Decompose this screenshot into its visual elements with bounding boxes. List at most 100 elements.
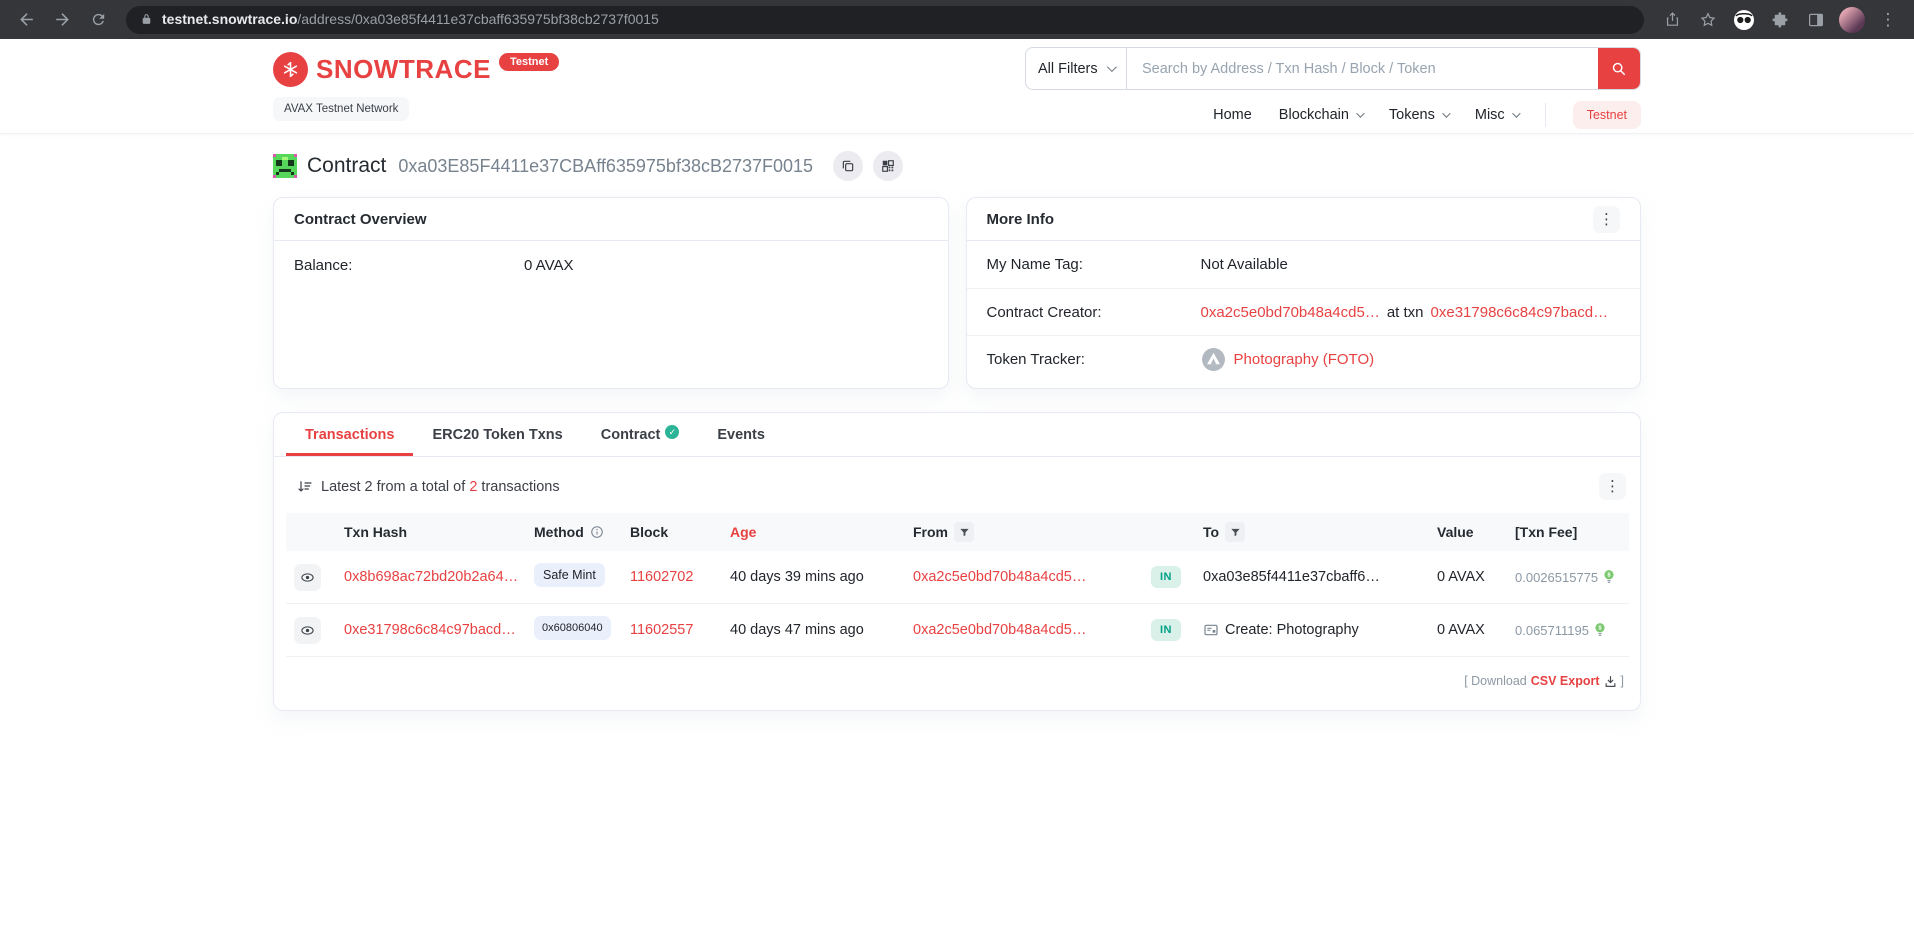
- nav-divider: [1545, 103, 1546, 127]
- filter-funnel-icon: [959, 527, 970, 538]
- qr-code-icon: [881, 159, 895, 173]
- nav-blockchain[interactable]: Blockchain: [1279, 107, 1362, 123]
- filter-funnel-icon: [1230, 527, 1241, 538]
- snowflake-logo-icon: [273, 52, 308, 87]
- transactions-card: Transactions ERC20 Token Txns Contract✓ …: [273, 412, 1641, 711]
- col-header-from: From: [905, 513, 1143, 551]
- gas-lightbulb-icon[interactable]: $: [1593, 622, 1607, 638]
- from-address-link[interactable]: 0xa2c5e0bd70b48a4cd5…: [913, 569, 1086, 585]
- owl-extension-icon: [1732, 8, 1756, 32]
- browser-menu-button[interactable]: ⋮: [1872, 4, 1904, 36]
- kebab-menu-icon: ⋮: [1880, 11, 1897, 28]
- to-contract-create: Create: Photography: [1225, 622, 1359, 638]
- creator-txn-link[interactable]: 0xe31798c6c84c97bacd…: [1431, 304, 1609, 321]
- search-bar: All Filters: [1025, 47, 1641, 90]
- chevron-down-icon: [1107, 62, 1117, 72]
- balance-label: Balance:: [294, 257, 524, 274]
- block-link[interactable]: 11602702: [630, 569, 693, 585]
- download-bracket: ]: [1621, 674, 1624, 688]
- txn-preview-button[interactable]: [294, 617, 321, 644]
- token-tracker-label: Token Tracker:: [987, 351, 1201, 368]
- search-input[interactable]: [1127, 48, 1598, 89]
- main-content: Contract 0xa03E85F4411e37CBAff635975bf38…: [273, 134, 1641, 711]
- nav-testnet-badge[interactable]: Testnet: [1573, 101, 1641, 129]
- nav-tokens[interactable]: Tokens: [1389, 107, 1448, 123]
- browser-bookmark-button[interactable]: [1692, 4, 1724, 36]
- csv-export-link[interactable]: CSV Export: [1531, 674, 1600, 688]
- col-header-age[interactable]: Age: [722, 513, 905, 551]
- brand-testnet-badge: Testnet: [499, 53, 559, 71]
- main-nav: Home Blockchain Tokens Misc Testnet: [1213, 101, 1641, 129]
- browser-profile-button[interactable]: [1836, 4, 1868, 36]
- back-arrow-icon: [17, 10, 36, 29]
- search-filter-select[interactable]: All Filters: [1026, 48, 1127, 89]
- tab-contract[interactable]: Contract✓: [582, 413, 699, 456]
- address-identicon: [273, 154, 297, 178]
- col-header-details: [286, 513, 336, 551]
- copy-address-button[interactable]: [833, 151, 863, 181]
- search-button[interactable]: [1598, 48, 1640, 89]
- table-row: 0xe31798c6c84c97bacd… 0x60806040 1160255…: [286, 604, 1629, 657]
- method-badge: 0x60806040: [534, 616, 611, 640]
- side-panel-icon: [1807, 11, 1825, 29]
- browser-extension-owl-button[interactable]: [1728, 4, 1760, 36]
- contract-creator-label: Contract Creator:: [987, 304, 1201, 321]
- verified-check-icon: ✓: [665, 425, 679, 439]
- browser-reload-button[interactable]: [82, 4, 114, 36]
- txn-age: 40 days 39 mins ago: [722, 551, 905, 604]
- col-header-block: Block: [622, 513, 722, 551]
- tab-erc20-token-txns[interactable]: ERC20 Token Txns: [413, 413, 581, 456]
- direction-badge: IN: [1151, 619, 1181, 641]
- page-title: Contract 0xa03E85F4411e37CBAff635975bf38…: [273, 151, 1641, 181]
- token-tracker-link[interactable]: Photography (FOTO): [1234, 351, 1375, 368]
- txn-hash-link[interactable]: 0xe31798c6c84c97bacd…: [344, 622, 516, 638]
- txn-fee: 0.0026515775: [1515, 570, 1598, 585]
- gas-lightbulb-icon[interactable]: $: [1602, 569, 1616, 585]
- reload-icon: [90, 11, 107, 28]
- more-info-options-button[interactable]: ⋮: [1593, 206, 1620, 233]
- nav-misc[interactable]: Misc: [1475, 107, 1518, 123]
- url-host: testnet.snowtrace.io: [162, 11, 297, 27]
- qr-code-button[interactable]: [873, 151, 903, 181]
- browser-address-bar[interactable]: testnet.snowtrace.io/address/0xa03e85f44…: [126, 6, 1644, 34]
- block-link[interactable]: 11602557: [630, 622, 693, 638]
- browser-back-button[interactable]: [10, 4, 42, 36]
- browser-share-button[interactable]: [1656, 4, 1688, 36]
- forward-arrow-icon: [53, 10, 72, 29]
- token-logo-icon: [1201, 347, 1226, 372]
- browser-extensions-button[interactable]: [1764, 4, 1796, 36]
- from-filter-button[interactable]: [954, 522, 974, 542]
- csv-export-row: [ Download CSV Export ]: [274, 657, 1640, 688]
- to-filter-button[interactable]: [1225, 522, 1245, 542]
- chevron-down-icon: [1356, 109, 1364, 117]
- star-icon: [1699, 11, 1717, 29]
- chevron-down-icon: [1442, 109, 1450, 117]
- table-options-button[interactable]: ⋮: [1599, 473, 1626, 500]
- name-tag-label: My Name Tag:: [987, 256, 1201, 273]
- nav-home[interactable]: Home: [1213, 107, 1252, 123]
- col-header-to: To: [1195, 513, 1429, 551]
- txn-hash-link[interactable]: 0x8b698ac72bd20b2a64…: [344, 569, 518, 585]
- balance-value: 0 AVAX: [524, 257, 573, 274]
- col-header-method: Method: [526, 513, 622, 551]
- download-icon: [1604, 675, 1617, 688]
- txn-age: 40 days 47 mins ago: [722, 604, 905, 657]
- snowtrace-logo[interactable]: SNOWTRACE Testnet: [273, 52, 559, 87]
- table-row: 0x8b698ac72bd20b2a64… Safe Mint 11602702…: [286, 551, 1629, 604]
- info-icon[interactable]: [590, 525, 604, 539]
- copy-icon: [841, 159, 855, 173]
- browser-forward-button[interactable]: [46, 4, 78, 36]
- contract-address: 0xa03E85F4411e37CBAff635975bf38cB2737F00…: [398, 156, 813, 177]
- txn-preview-button[interactable]: [294, 564, 321, 591]
- tab-events[interactable]: Events: [698, 413, 784, 456]
- direction-badge: IN: [1151, 566, 1181, 588]
- from-address-link[interactable]: 0xa2c5e0bd70b48a4cd5…: [913, 622, 1086, 638]
- col-header-txn-fee: [Txn Fee]: [1507, 513, 1629, 551]
- browser-side-panel-button[interactable]: [1800, 4, 1832, 36]
- method-badge: Safe Mint: [534, 563, 605, 587]
- transactions-summary: Latest 2 from a total of 2 transactions: [297, 479, 560, 495]
- creator-address-link[interactable]: 0xa2c5e0bd70b48a4cd5…: [1201, 304, 1380, 321]
- tab-transactions[interactable]: Transactions: [286, 413, 413, 456]
- col-header-value: Value: [1429, 513, 1507, 551]
- col-header-txn-hash: Txn Hash: [336, 513, 526, 551]
